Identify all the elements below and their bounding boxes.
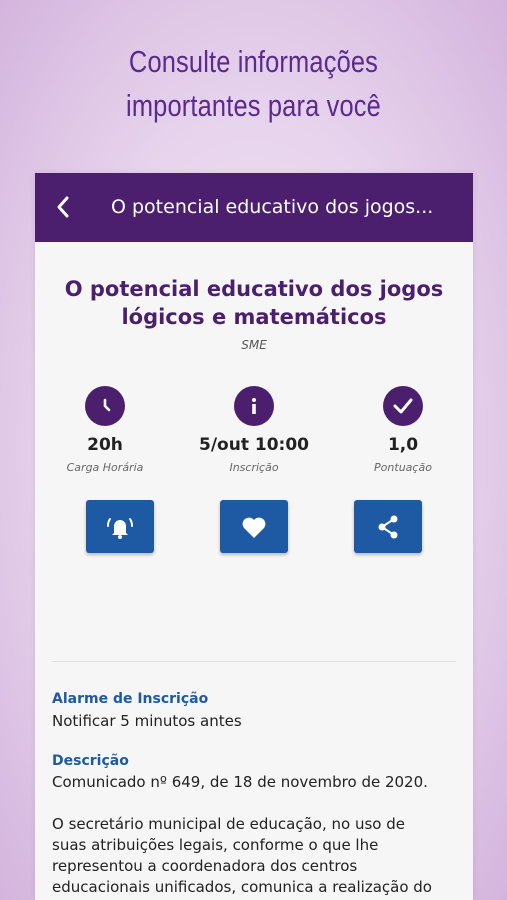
stat-score: 1,0 Pontuação [328,386,473,474]
organizer: SME [241,338,267,352]
event-title: O potencial educativo dos jogos lógicos … [45,275,463,331]
description-text-line: representou a coordenadora dos centros [52,857,358,875]
back-button[interactable] [49,193,77,221]
check-icon [383,386,423,426]
description-line-1: Comunicado nº 649, de 18 de novembro de … [52,773,428,791]
clock-icon [85,386,125,426]
share-button[interactable] [354,500,422,553]
stat-label: Pontuação [374,461,432,474]
alarm-section-text: Notificar 5 minutos antes [52,712,242,730]
event-title-line-1: O potencial educativo dos jogos [64,277,444,301]
app-bar: O potencial educativo dos jogos... [35,173,473,242]
description-text-line: educacionais unificados, comunica a real… [52,878,432,896]
alarm-bell-icon [107,517,133,539]
promo-line-1: Consulte informações [128,44,379,79]
stat-value: 1,0 [387,435,419,455]
alarm-section-title: Alarme de Inscrição [52,691,209,707]
stat-value: 5/out 10:00 [199,435,309,455]
description-text-line: O secretário municipal de educação, no u… [52,815,405,833]
phone-screen: O potencial educativo dos jogos... O pot… [35,173,473,900]
description-text-line: suas atribuições legais, conforme o que … [52,836,379,854]
stat-registration: 5/out 10:00 Inscrição [179,386,329,474]
share-icon [378,515,398,538]
alarm-button[interactable] [86,500,154,553]
stat-value: 20h [87,435,123,455]
app-bar-title: O potencial educativo dos jogos... [111,196,434,218]
promo-line-2: importantes para você [126,88,381,123]
description-title: Descrição [52,753,129,769]
info-icon [234,386,274,426]
heart-icon [242,517,266,538]
stat-label: Carga Horária [66,461,144,474]
favorite-button[interactable] [220,500,288,553]
description-paragraph: O secretário municipal de educação, no u… [52,814,460,898]
chevron-left-icon [57,196,69,218]
stat-workload: 20h Carga Horária [35,386,180,474]
divider [52,661,456,662]
promo-headline: Consulte informações importantes para vo… [46,40,462,128]
event-title-line-2: lógicos e matemáticos [121,305,387,329]
stat-label: Inscrição [229,461,279,474]
